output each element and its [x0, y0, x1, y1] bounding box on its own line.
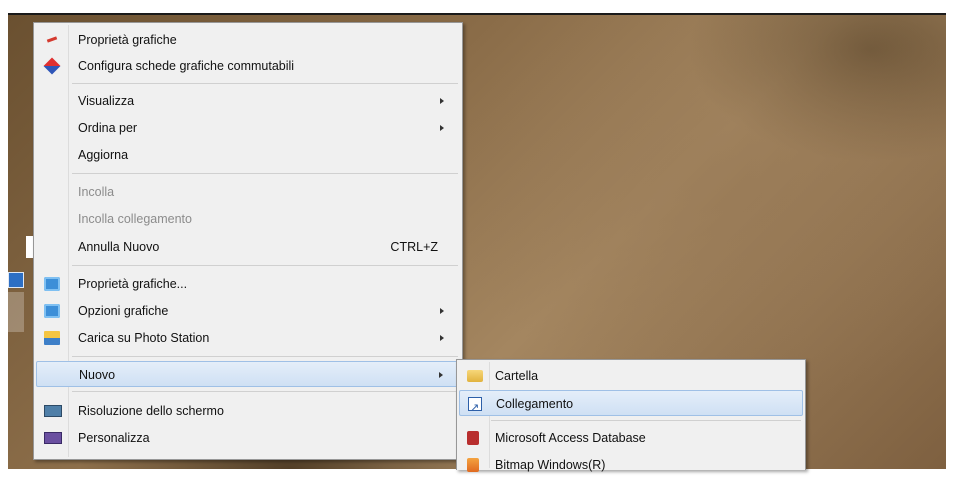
- menu-separator: [72, 173, 458, 174]
- menu-separator: [72, 83, 458, 84]
- new-submenu: Cartella Collegamento Microsoft Access D…: [456, 359, 806, 472]
- menu-item-label: Incolla collegamento: [78, 212, 192, 226]
- personalize-icon: [44, 432, 62, 444]
- menu-item-undo-new[interactable]: Annulla Nuovo CTRL+Z: [36, 234, 460, 260]
- submenu-arrow-icon: [440, 335, 444, 341]
- submenu-item-shortcut[interactable]: Collegamento: [459, 390, 803, 421]
- menu-item-new[interactable]: Nuovo: [36, 361, 460, 387]
- desktop-shortcut-label[interactable]: [8, 292, 24, 332]
- submenu-arrow-icon: [439, 372, 443, 378]
- desktop-context-menu: Proprietà grafiche Configura schede graf…: [33, 22, 463, 460]
- menu-item-label: Carica su Photo Station: [78, 331, 210, 345]
- menu-item-label: Nuovo: [79, 368, 116, 382]
- bitmap-icon: [467, 458, 479, 472]
- screen-top-border: [8, 13, 946, 15]
- submenu-arrow-icon: [440, 125, 444, 131]
- submenu-arrow-icon: [440, 308, 444, 314]
- menu-item-label: Ordina per: [78, 121, 138, 135]
- menu-item-label: Aggiorna: [78, 148, 129, 162]
- menu-item-label: Risoluzione dello schermo: [78, 404, 224, 418]
- menu-separator: [72, 265, 458, 266]
- shortcut-icon: [468, 395, 482, 421]
- menu-item-graphics-properties[interactable]: Proprietà grafiche: [36, 27, 460, 53]
- menu-item-label: Annulla Nuovo: [78, 240, 160, 254]
- menu-item-switchable-graphics[interactable]: Configura schede grafiche commutabili: [36, 53, 460, 79]
- menu-item-label: Proprietà grafiche: [78, 33, 177, 47]
- submenu-item-label: Bitmap Windows(R): [495, 458, 606, 472]
- submenu-item-label: Cartella: [495, 369, 539, 383]
- menu-item-view[interactable]: Visualizza: [36, 88, 460, 114]
- menu-item-label: Opzioni grafiche: [78, 304, 169, 318]
- submenu-item-bitmap[interactable]: Bitmap Windows(R): [459, 452, 803, 478]
- shortcut-key: CTRL+Z: [390, 240, 438, 254]
- menu-item-photo-station[interactable]: Carica su Photo Station: [36, 325, 460, 351]
- menu-item-screen-resolution[interactable]: Risoluzione dello schermo: [36, 398, 460, 424]
- desktop-shortcut-icon[interactable]: [8, 272, 24, 288]
- menu-item-label: Incolla: [78, 185, 115, 199]
- switchable-graphics-icon: [43, 57, 61, 75]
- photo-station-icon: [44, 331, 60, 345]
- access-icon: [467, 431, 479, 445]
- submenu-item-label: Microsoft Access Database: [495, 431, 646, 445]
- graphics-properties-icon: [44, 33, 60, 47]
- menu-item-paste-shortcut[interactable]: Incolla collegamento: [36, 206, 460, 232]
- menu-item-graphics-options[interactable]: Opzioni grafiche: [36, 298, 460, 324]
- menu-item-label: Personalizza: [78, 431, 150, 445]
- menu-item-paste[interactable]: Incolla: [36, 179, 460, 205]
- submenu-arrow-icon: [440, 98, 444, 104]
- menu-separator: [72, 391, 458, 392]
- submenu-item-access-database[interactable]: Microsoft Access Database: [459, 425, 803, 451]
- intel-graphics-icon: [44, 277, 60, 291]
- menu-item-label: Visualizza: [78, 94, 135, 108]
- menu-item-refresh[interactable]: Aggiorna: [36, 142, 460, 168]
- menu-item-label: Proprietà grafiche...: [78, 277, 188, 291]
- menu-item-graphics-properties-dialog[interactable]: Proprietà grafiche...: [36, 271, 460, 297]
- menu-item-personalize[interactable]: Personalizza: [36, 425, 460, 451]
- monitor-icon: [44, 405, 62, 417]
- menu-item-sort-by[interactable]: Ordina per: [36, 115, 460, 141]
- menu-separator: [491, 420, 801, 421]
- menu-item-label: Configura schede grafiche commutabili: [78, 59, 295, 73]
- submenu-item-label: Collegamento: [496, 397, 574, 411]
- menu-separator: [72, 356, 458, 357]
- folder-icon: [467, 370, 483, 382]
- intel-graphics-icon: [44, 304, 60, 318]
- submenu-item-folder[interactable]: Cartella: [459, 363, 803, 389]
